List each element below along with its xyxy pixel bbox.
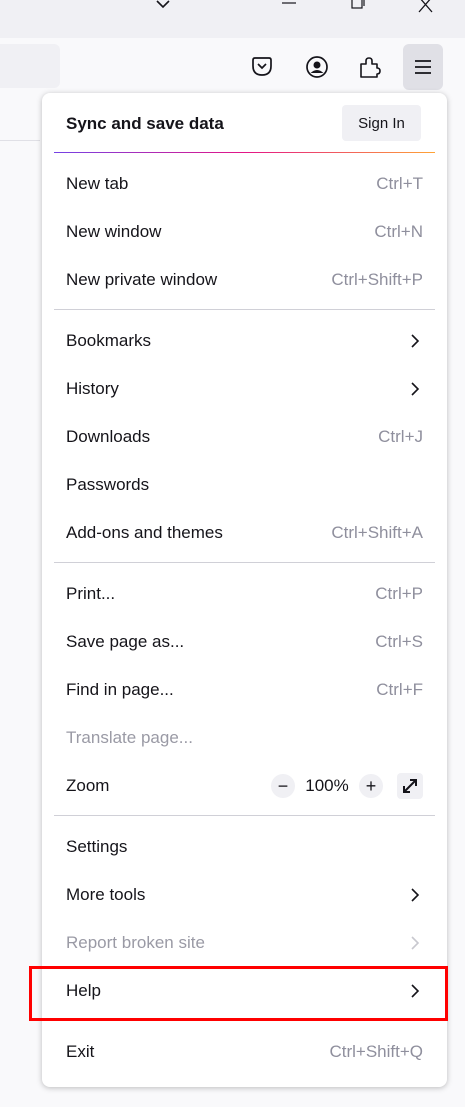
menu-item-save-page-as[interactable]: Save page as... Ctrl+S — [54, 618, 435, 666]
menu-item-new-private-window[interactable]: New private window Ctrl+Shift+P — [54, 256, 435, 304]
menu-item-print[interactable]: Print... Ctrl+P — [54, 570, 435, 618]
title-bar — [0, 0, 465, 38]
menu-item-bookmarks[interactable]: Bookmarks — [54, 317, 435, 365]
shortcut-text: Ctrl+S — [375, 632, 423, 651]
menu-item-label: Translate page... — [66, 728, 193, 747]
shortcut-text: Ctrl+P — [375, 584, 423, 603]
zoom-controls: − 100% + — [271, 773, 423, 799]
shortcut-text: Ctrl+Shift+P — [331, 270, 423, 289]
menu-item-label: Report broken site — [66, 933, 205, 952]
zoom-level[interactable]: 100% — [295, 776, 359, 796]
minimize-icon[interactable] — [274, 0, 304, 14]
sync-header: Sync and save data Sign In — [42, 93, 447, 153]
shortcut-text: Ctrl+N — [374, 222, 423, 241]
shortcut-text: Ctrl+T — [376, 174, 423, 193]
menu-divider — [54, 309, 435, 310]
menu-item-more-tools[interactable]: More tools — [54, 871, 435, 919]
menu-item-label: More tools — [66, 885, 146, 904]
menu-item-label: New tab — [66, 174, 129, 193]
menu-item-report-broken-site: Report broken site — [54, 919, 435, 967]
menu-item-label: New window — [66, 222, 162, 241]
pocket-icon[interactable] — [242, 44, 282, 90]
gradient-divider — [54, 152, 435, 153]
sync-title: Sync and save data — [66, 114, 224, 133]
restore-icon[interactable] — [342, 0, 372, 14]
menu-item-zoom: Zoom − 100% + — [54, 762, 435, 810]
menu-divider — [54, 562, 435, 563]
menu-item-label: Help — [66, 981, 101, 1000]
menu-item-label: Exit — [66, 1042, 95, 1061]
toolbar — [0, 38, 465, 100]
menu-item-label: Passwords — [66, 475, 150, 494]
menu-item-new-tab[interactable]: New tab Ctrl+T — [54, 160, 435, 208]
menu-item-label: New private window — [66, 270, 218, 289]
zoom-out-button[interactable]: − — [271, 774, 295, 798]
chevron-right-icon — [411, 984, 420, 998]
app-menu-panel: Sync and save data Sign In New tab Ctrl+… — [42, 93, 447, 1087]
menu-item-find-in-page[interactable]: Find in page... Ctrl+F — [54, 666, 435, 714]
menu-item-label: Bookmarks — [66, 331, 152, 350]
menu-item-exit[interactable]: Exit Ctrl+Shift+Q — [54, 1028, 435, 1076]
menu-item-label: Zoom — [66, 776, 110, 795]
chevron-down-icon[interactable] — [148, 0, 178, 14]
menu-item-label: Find in page... — [66, 680, 174, 699]
menu-item-label: Save page as... — [66, 632, 185, 651]
menu-item-addons-themes[interactable]: Add-ons and themes Ctrl+Shift+A — [54, 509, 435, 557]
close-icon[interactable] — [411, 0, 441, 14]
menu-item-label: History — [66, 379, 119, 398]
zoom-in-button[interactable]: + — [359, 774, 383, 798]
menu-item-downloads[interactable]: Downloads Ctrl+J — [54, 413, 435, 461]
menu-divider — [54, 1020, 435, 1021]
chevron-right-icon — [411, 936, 420, 950]
menu-item-label: Settings — [66, 837, 128, 856]
sign-in-button[interactable]: Sign In — [342, 105, 421, 141]
menu-item-new-window[interactable]: New window Ctrl+N — [54, 208, 435, 256]
chevron-right-icon — [411, 334, 420, 348]
menu-item-help[interactable]: Help — [54, 967, 435, 1015]
menu-item-label: Print... — [66, 584, 116, 603]
account-icon[interactable] — [297, 44, 337, 90]
menu-divider — [54, 815, 435, 816]
menu-item-translate-page: Translate page... — [54, 714, 435, 762]
menu-item-label: Add-ons and themes — [66, 523, 223, 542]
menu-item-label: Downloads — [66, 427, 151, 446]
menu-item-history[interactable]: History — [54, 365, 435, 413]
shortcut-text: Ctrl+F — [376, 680, 423, 699]
url-bar[interactable] — [0, 44, 60, 88]
chevron-right-icon — [411, 382, 420, 396]
menu-item-passwords[interactable]: Passwords — [54, 461, 435, 509]
shortcut-text: Ctrl+Shift+A — [331, 523, 423, 542]
chevron-right-icon — [411, 888, 420, 902]
shortcut-text: Ctrl+J — [378, 427, 423, 446]
extensions-icon[interactable] — [350, 44, 390, 90]
menu-item-settings[interactable]: Settings — [54, 823, 435, 871]
shortcut-text: Ctrl+Shift+Q — [329, 1042, 423, 1061]
fullscreen-icon[interactable] — [397, 773, 423, 799]
content-divider — [0, 140, 40, 141]
app-menu-icon[interactable] — [403, 44, 443, 90]
